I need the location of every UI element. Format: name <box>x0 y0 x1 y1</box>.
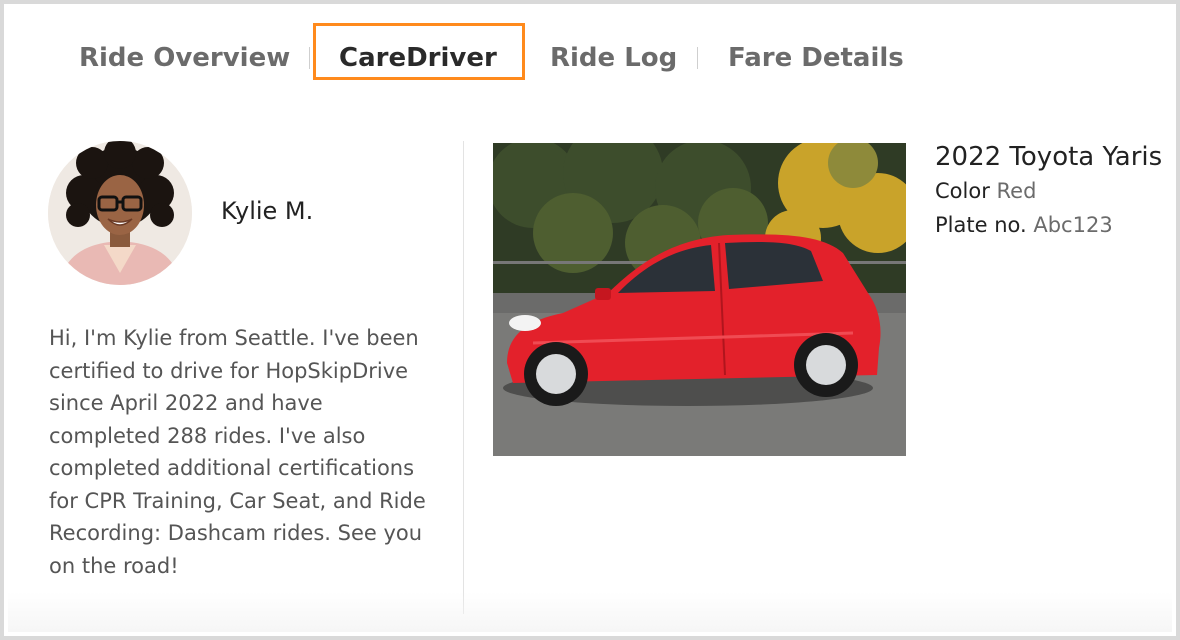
tab-fare-details[interactable]: Fare Details <box>728 40 904 76</box>
vehicle-plate: Plate no. Abc123 <box>935 213 1113 237</box>
tab-divider <box>309 47 310 69</box>
tab-ride-log[interactable]: Ride Log <box>550 40 677 76</box>
tab-bar: Ride Overview CareDriver Ride Log Fare D… <box>4 4 1176 114</box>
vehicle-color-label: Color <box>935 179 990 203</box>
caredriver-panel: Ride Overview CareDriver Ride Log Fare D… <box>0 0 1180 640</box>
tab-ride-overview[interactable]: Ride Overview <box>79 40 290 76</box>
tab-divider <box>697 47 698 69</box>
vehicle-title: 2022 Toyota Yaris <box>935 142 1163 172</box>
vehicle-color: Color Red <box>935 179 1036 203</box>
driver-name: Kylie M. <box>221 197 314 225</box>
vehicle-plate-label: Plate no. <box>935 213 1027 237</box>
tab-caredriver[interactable]: CareDriver <box>339 40 497 76</box>
column-divider <box>463 141 464 614</box>
driver-bio: Hi, I'm Kylie from Seattle. I've been ce… <box>49 326 426 578</box>
vehicle-color-value: Red <box>996 179 1037 203</box>
vehicle-photo <box>493 143 906 456</box>
driver-avatar <box>48 141 192 285</box>
bottom-fade <box>8 592 1172 632</box>
vehicle-plate-value: Abc123 <box>1033 213 1113 237</box>
